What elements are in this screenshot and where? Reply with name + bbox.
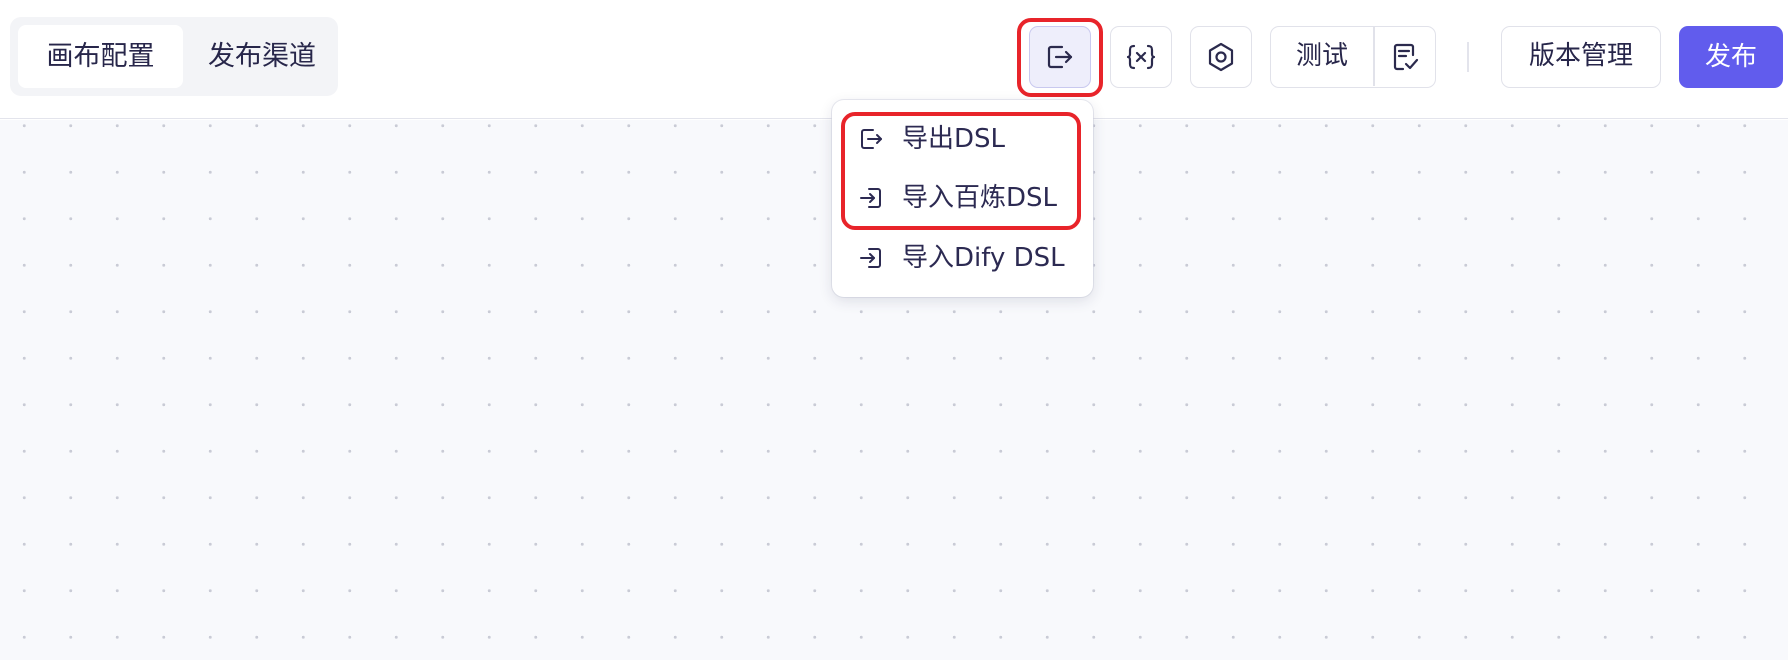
test-button-group: 测试 (1270, 26, 1436, 88)
tab-segment: 画布配置 发布渠道 (10, 17, 338, 96)
menu-item-export-dsl[interactable]: 导出DSL (832, 111, 1093, 167)
import-icon (857, 244, 885, 272)
toolbar-divider (1467, 42, 1469, 72)
tab-canvas-config[interactable]: 画布配置 (18, 25, 183, 88)
menu-item-label: 导入百炼DSL (902, 183, 1058, 213)
menu-item-import-dify-dsl[interactable]: 导入Dify DSL (832, 230, 1093, 286)
variable-x-icon (1126, 44, 1156, 70)
test-button[interactable]: 测试 (1271, 27, 1373, 86)
publish-button[interactable]: 发布 (1679, 26, 1783, 88)
menu-item-import-bailian-dsl[interactable]: 导入百炼DSL (832, 170, 1093, 226)
checklist-icon (1393, 43, 1418, 70)
version-management-button[interactable]: 版本管理 (1501, 26, 1661, 88)
menu-item-label: 导入Dify DSL (902, 243, 1065, 273)
settings-button[interactable] (1190, 26, 1252, 88)
gear-icon (1208, 42, 1234, 72)
dsl-dropdown-menu: 导出DSL 导入百炼DSL 导入Dify DSL (832, 100, 1093, 297)
menu-item-label: 导出DSL (902, 124, 1006, 154)
run-log-button[interactable] (1375, 27, 1434, 86)
export-icon (857, 125, 885, 153)
variable-button[interactable] (1110, 26, 1172, 88)
export-dsl-icon (1047, 45, 1073, 69)
tab-publish-channel[interactable]: 发布渠道 (184, 25, 340, 88)
export-dsl-button[interactable] (1029, 26, 1091, 88)
import-icon (857, 184, 885, 212)
